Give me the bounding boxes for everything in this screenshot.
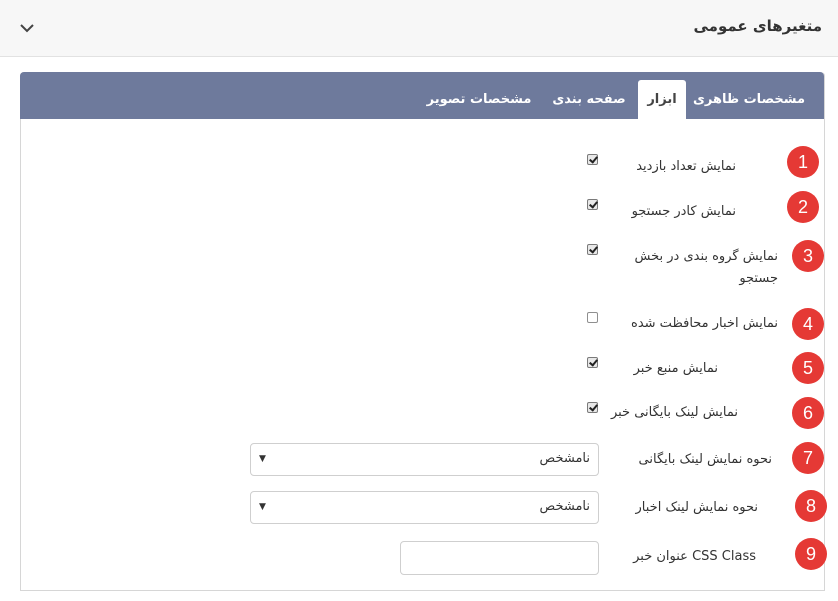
field-label-show-archive-link: نمایش لینک بایگانی خبر [610, 405, 738, 420]
tab-appearance[interactable]: مشخصات ظاهری [684, 80, 814, 119]
step-badge-5: 5 [792, 352, 824, 384]
field-label-show-search-box: نمایش کادر جستجو [631, 204, 736, 219]
step-badge-2: 2 [787, 191, 819, 223]
show-grouping-checkbox[interactable] [587, 244, 598, 255]
field-label-css-class-title: CSS Class عنوان خبر [633, 549, 756, 564]
step-badge-9: 9 [795, 538, 827, 570]
step-badge-6: 6 [792, 397, 824, 429]
show-search-box-checkbox[interactable] [587, 199, 598, 210]
show-protected-news-checkbox[interactable] [587, 312, 598, 323]
news-link-mode-select[interactable]: نامشخص ▼ [250, 491, 599, 524]
show-news-source-checkbox[interactable] [587, 357, 598, 368]
tab-tools[interactable]: ابزار [638, 80, 686, 119]
show-visits-checkbox[interactable] [587, 154, 598, 165]
field-label-news-link-mode: نحوه نمایش لینک اخبار [635, 500, 758, 515]
tab-bar: مشخصات ظاهری ابزار صفحه بندی مشخصات تصوی… [20, 72, 824, 119]
chevron-down-icon[interactable] [18, 19, 36, 37]
select-value: نامشخص [539, 499, 590, 514]
show-archive-link-checkbox[interactable] [587, 402, 598, 413]
field-label-show-news-source: نمایش منبع خبر [633, 361, 718, 376]
field-label-archive-link-mode: نحوه نمایش لینک بایگانی [638, 452, 772, 467]
step-badge-7: 7 [792, 442, 824, 474]
field-label-show-protected-news: نمایش اخبار محافظت شده [631, 316, 778, 331]
tab-pagination[interactable]: صفحه بندی [544, 80, 634, 119]
dropdown-arrow-icon: ▼ [259, 454, 266, 464]
dropdown-arrow-icon: ▼ [259, 502, 266, 512]
field-label-show-visits: نمایش تعداد بازدید [636, 159, 736, 174]
step-badge-1: 1 [787, 146, 819, 178]
select-value: نامشخص [539, 451, 590, 466]
css-class-input[interactable] [400, 541, 599, 575]
section-header[interactable]: متغیرهای عمومی [0, 0, 838, 57]
step-badge-3: 3 [792, 240, 824, 272]
tab-image-settings[interactable]: مشخصات تصویر [424, 80, 534, 119]
field-label-show-grouping-in-search: نمایش گروه بندی در بخش جستجو [634, 249, 778, 286]
section-title: متغیرهای عمومی [693, 17, 822, 35]
archive-link-mode-select[interactable]: نامشخص ▼ [250, 443, 599, 476]
step-badge-4: 4 [792, 308, 824, 340]
step-badge-8: 8 [795, 490, 827, 522]
